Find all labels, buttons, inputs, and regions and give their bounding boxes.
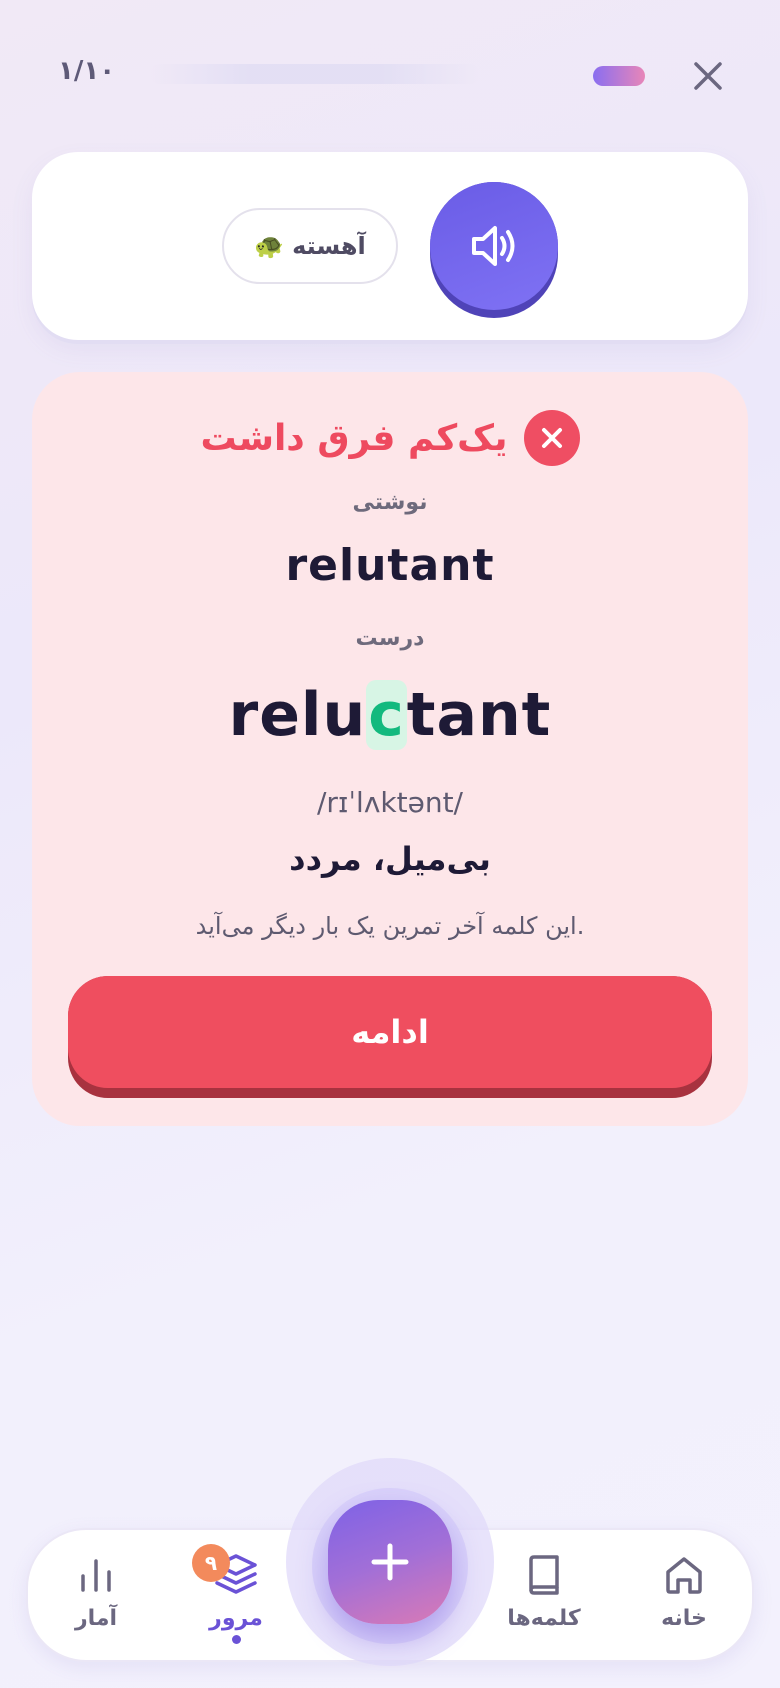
correct-word: reluctant [0, 680, 780, 750]
progress-counter: ۱/۱۰ [58, 56, 116, 86]
progress-track [150, 64, 480, 84]
slow-playback-button[interactable]: آهسته 🐢 [222, 208, 398, 284]
feedback-title: یک‌کم فرق داشت [200, 417, 508, 459]
word-meaning: بی‌میل، مردد [289, 840, 491, 878]
retry-note: این کلمه آخر تمرین یک بار دیگر می‌آید. [195, 912, 585, 940]
add-word-button[interactable] [328, 1500, 452, 1624]
correct-word-prefix: relu [228, 680, 367, 750]
play-audio-button[interactable] [430, 182, 558, 318]
nav-home-label: خانه [661, 1606, 707, 1631]
close-icon [694, 62, 722, 90]
speaker-icon [472, 226, 515, 266]
nav-words-label: کلمه‌ها [507, 1606, 581, 1631]
continue-button[interactable]: ادامه [68, 976, 712, 1098]
nav-home[interactable]: خانه [634, 1550, 734, 1650]
turtle-icon: 🐢 [254, 232, 285, 260]
plus-icon [371, 1543, 409, 1581]
typed-label: نوشتی [352, 490, 428, 515]
review-count-badge: ۹ [192, 1544, 230, 1582]
error-icon [523, 410, 580, 466]
phonetic: /rɪˈlʌktənt/ [317, 786, 463, 819]
correct-word-highlight: c [366, 680, 407, 750]
home-icon [666, 1557, 702, 1594]
nav-review-label: مرور [209, 1606, 263, 1631]
nav-stats[interactable]: آمار [46, 1550, 146, 1650]
typed-word: relutant [285, 540, 495, 591]
correct-label: درست [355, 626, 425, 651]
continue-label: ادامه [351, 1013, 429, 1051]
active-indicator [231, 1635, 241, 1644]
progress-fill [593, 66, 645, 86]
slow-playback-label: آهسته [292, 232, 366, 260]
book-icon [529, 1555, 559, 1595]
nav-stats-label: آمار [74, 1606, 118, 1631]
feedback-header: یک‌کم فرق داشت [0, 410, 780, 466]
correct-word-suffix: tant [406, 680, 552, 750]
stats-icon [81, 1559, 111, 1592]
close-button[interactable] [688, 56, 728, 96]
nav-words[interactable]: کلمه‌ها [494, 1550, 594, 1650]
